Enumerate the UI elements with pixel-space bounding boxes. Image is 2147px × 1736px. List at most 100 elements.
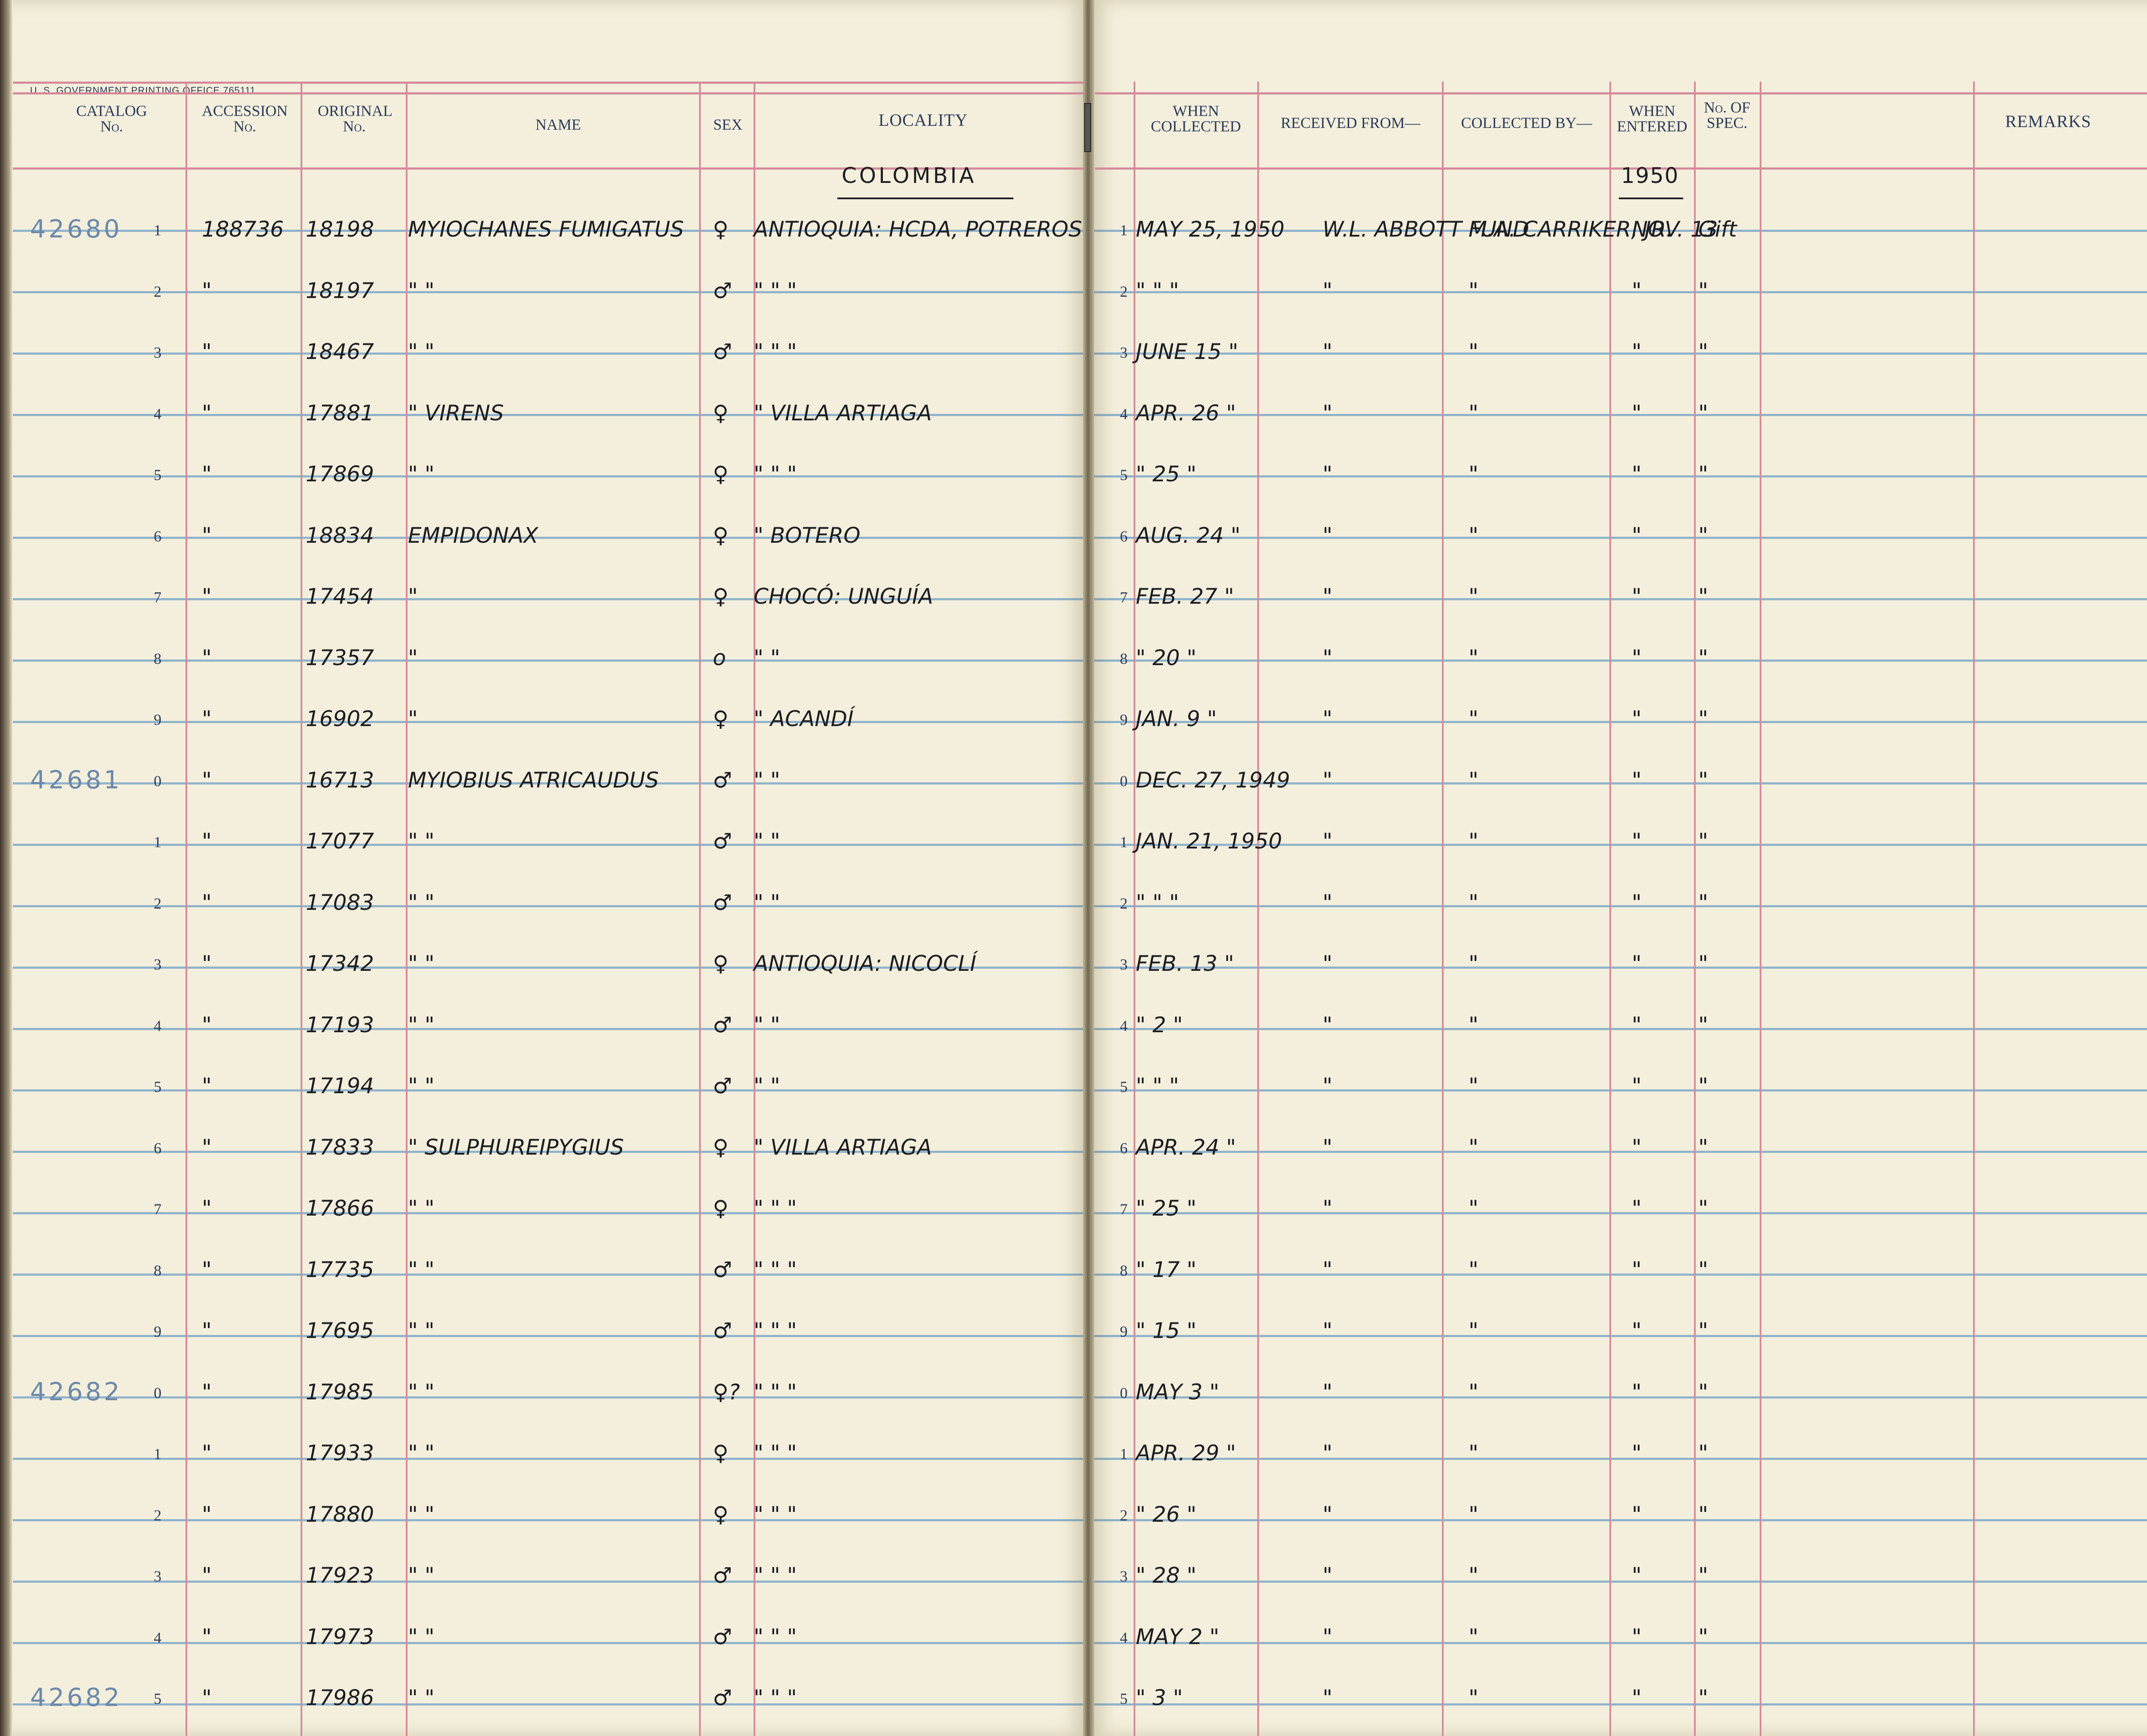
- specimen-name: " ": [408, 1012, 435, 1037]
- accession-number: ": [202, 339, 212, 364]
- when-entered: ": [1632, 706, 1642, 731]
- when-collected: " 20 ": [1136, 645, 1197, 670]
- original-number: 17193: [306, 1012, 374, 1037]
- specimen-sex: ♂: [713, 829, 732, 854]
- received-from: ": [1323, 400, 1332, 426]
- col-rule: [699, 82, 701, 1736]
- catalog-digit: 3: [154, 956, 161, 973]
- specimen-name: " ": [408, 1563, 435, 1588]
- col-rule: [1442, 82, 1444, 1736]
- specimen-name: ": [408, 584, 418, 609]
- specimen-locality: " ": [754, 1073, 780, 1098]
- original-number: 17194: [306, 1073, 374, 1098]
- specimen-name: " ": [408, 278, 435, 303]
- specimen-locality: " " ": [754, 1502, 797, 1527]
- specimen-locality: ANTIOQUIA: HCDA, POTREROS: [754, 217, 1082, 242]
- specimen-sex: o: [713, 645, 726, 670]
- received-from: ": [1323, 1257, 1332, 1282]
- collected-by: ": [1469, 890, 1478, 915]
- specimen-name: " ": [408, 1502, 435, 1527]
- specimen-sex: ♀: [713, 523, 729, 548]
- collected-by: ": [1469, 339, 1478, 364]
- specimen-sex: ♂: [713, 1624, 732, 1649]
- catalog-digit: 9: [154, 711, 161, 728]
- when-collected: FEB. 27 ": [1136, 584, 1234, 609]
- received-from: ": [1323, 1134, 1332, 1160]
- catalog-digit: 0: [154, 1384, 161, 1402]
- collected-by: ": [1469, 829, 1478, 854]
- header-top-rule: [13, 82, 1084, 84]
- accession-number: ": [202, 1502, 212, 1527]
- header-when-entered: WHEN ENTERED: [1617, 102, 1688, 135]
- no-of-spec: ": [1698, 1563, 1708, 1588]
- specimen-name: " ": [408, 1196, 435, 1221]
- catalog-number: 42682: [30, 1377, 122, 1406]
- no-of-spec: ": [1698, 278, 1708, 303]
- catalog-digit: 2: [154, 283, 161, 300]
- row-digit-right: 5: [1120, 466, 1128, 483]
- row-digit-right: 4: [1120, 1017, 1128, 1034]
- accession-number: ": [202, 278, 212, 303]
- original-number: 17077: [306, 829, 374, 854]
- specimen-name: " ": [408, 829, 435, 854]
- original-number: 18467: [306, 339, 374, 364]
- header-when-collected: WHEN COLLECTED: [1151, 102, 1241, 135]
- when-entered: ": [1632, 1196, 1642, 1221]
- specimen-locality: " " ": [754, 339, 797, 364]
- original-number: 18197: [306, 278, 374, 303]
- when-entered: ": [1632, 462, 1642, 486]
- received-from: ": [1323, 1563, 1332, 1588]
- catalog-digit: 4: [154, 405, 161, 423]
- specimen-sex: ♂: [713, 1012, 732, 1037]
- catalog-number: 42682: [30, 1683, 122, 1712]
- collected-by: ": [1469, 1563, 1478, 1588]
- when-collected: " " ": [1136, 890, 1179, 915]
- catalog-digit: 8: [154, 1262, 161, 1279]
- no-of-spec: ": [1698, 584, 1708, 609]
- when-collected: " " ": [1136, 1073, 1179, 1098]
- received-from: ": [1323, 645, 1332, 670]
- received-from: ": [1323, 829, 1332, 854]
- row-digit-right: 6: [1120, 527, 1128, 545]
- col-rule: [1609, 82, 1611, 1736]
- collected-by: ": [1469, 1441, 1478, 1465]
- header-collected-by: COLLECTED BY—: [1461, 114, 1592, 131]
- no-of-spec: ": [1698, 1624, 1708, 1649]
- received-from: ": [1323, 706, 1332, 731]
- catalog-digit: 5: [154, 1690, 161, 1707]
- received-from: ": [1323, 462, 1332, 486]
- specimen-sex: ♀: [713, 706, 729, 731]
- no-of-spec: ": [1698, 890, 1708, 915]
- specimen-sex: ♂: [713, 1073, 732, 1098]
- original-number: 18198: [306, 217, 374, 242]
- when-entered: ": [1632, 1073, 1642, 1098]
- binding-clip: [1084, 103, 1091, 152]
- original-number: 17923: [306, 1563, 374, 1588]
- collected-by: ": [1469, 584, 1478, 609]
- no-of-spec: ": [1698, 462, 1708, 486]
- catalog-digit: 7: [154, 1201, 161, 1218]
- collected-by: ": [1469, 706, 1478, 731]
- collected-by: ": [1469, 1196, 1478, 1221]
- collected-by: ": [1469, 767, 1478, 793]
- specimen-name: MYIOBIUS ATRICAUDUS: [408, 767, 659, 793]
- accession-number: ": [202, 1379, 212, 1405]
- catalog-digit: 5: [154, 1078, 161, 1095]
- col-rule: [406, 82, 408, 1736]
- specimen-sex: ♂: [713, 339, 732, 364]
- accession-number: ": [202, 1318, 212, 1343]
- specimen-locality: " ": [754, 890, 780, 915]
- when-collected: MAY 2 ": [1136, 1624, 1219, 1649]
- col-rule: [1257, 82, 1259, 1736]
- no-of-spec: ": [1698, 1012, 1708, 1037]
- original-number: 17866: [306, 1196, 374, 1221]
- no-of-spec: ": [1698, 1379, 1708, 1405]
- collected-by: ": [1469, 1502, 1478, 1527]
- row-digit-right: 4: [1120, 405, 1128, 423]
- when-collected: FEB. 13 ": [1136, 951, 1234, 976]
- catalog-digit: 1: [154, 833, 161, 851]
- specimen-locality: " " ": [754, 1685, 797, 1710]
- when-collected: APR. 26 ": [1136, 400, 1236, 426]
- accession-number: 188736: [202, 217, 284, 242]
- specimen-sex: ♀: [713, 462, 729, 486]
